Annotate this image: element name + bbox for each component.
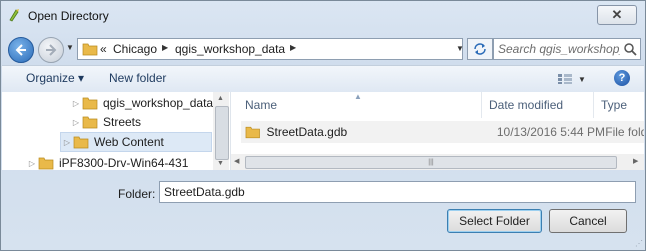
nav-item-label: iPF8300-Drv-Win64-431	[59, 156, 189, 170]
back-button[interactable]	[8, 37, 34, 63]
scrollbar-thumb[interactable]: |||	[245, 156, 617, 169]
view-options-button[interactable]: ▼	[557, 70, 589, 88]
refresh-icon	[474, 43, 486, 55]
address-dropdown[interactable]: ▼	[456, 44, 464, 53]
command-toolbar: Organize ▾ New folder ▼ ?	[2, 65, 644, 93]
window-title: Open Directory	[28, 9, 109, 23]
nav-item-label: Streets	[103, 115, 142, 129]
nav-item-streets[interactable]: ▷ Streets	[70, 113, 141, 131]
recent-locations-dropdown[interactable]: ▼	[66, 43, 74, 52]
breadcrumb-qgis-workshop-data[interactable]: qgis_workshop_data	[175, 42, 285, 56]
resize-grip-icon[interactable]: ⋰	[635, 239, 643, 248]
open-directory-dialog: Open Directory ✕ ▼ « Chicago ▶ qgis_work…	[0, 0, 646, 251]
horizontal-scrollbar[interactable]: ◀ ||| ▶	[231, 154, 644, 170]
app-icon	[9, 9, 19, 22]
cancel-button[interactable]: Cancel	[549, 209, 627, 233]
expand-arrow-icon[interactable]: ▷	[70, 99, 82, 108]
view-icon	[558, 74, 572, 84]
breadcrumb-chevron-icon[interactable]: ▶	[290, 43, 296, 52]
browser-pane: ▷ qgis_workshop_data ▷ Streets ▷ Web Con…	[2, 92, 644, 170]
folder-icon	[82, 97, 98, 110]
scroll-up-icon[interactable]: ▲	[217, 95, 224, 102]
help-button[interactable]: ?	[614, 70, 630, 86]
nav-item-label: qgis_workshop_data	[103, 96, 214, 110]
address-row: ▼ « Chicago ▶ qgis_workshop_data ▶ ▼	[1, 29, 645, 63]
breadcrumb-chevron-icon[interactable]: ▶	[162, 43, 168, 52]
address-bar[interactable]: « Chicago ▶ qgis_workshop_data ▶	[77, 38, 463, 60]
scrollbar-thumb[interactable]	[215, 106, 229, 160]
folder-icon	[73, 136, 89, 149]
nav-item-ipf8300-drv[interactable]: ▷ iPF8300-Drv-Win64-431	[26, 154, 188, 170]
forward-button[interactable]	[38, 37, 64, 63]
folder-icon	[38, 157, 54, 170]
nav-scrollbar[interactable]: ▲ ▼	[213, 92, 229, 170]
scroll-right-icon[interactable]: ▶	[633, 157, 638, 165]
search-input[interactable]	[498, 42, 620, 56]
nav-item-label: Web Content	[94, 135, 164, 149]
file-type: File folder	[605, 125, 644, 139]
nav-item-web-content[interactable]: ▷ Web Content	[60, 132, 212, 152]
select-folder-button[interactable]: Select Folder	[447, 209, 542, 233]
scroll-left-icon[interactable]: ◀	[234, 157, 239, 165]
organize-button[interactable]: Organize ▾	[26, 71, 84, 85]
navigation-pane: ▷ qgis_workshop_data ▷ Streets ▷ Web Con…	[2, 92, 231, 170]
nav-item-qgis-workshop-data[interactable]: ▷ qgis_workshop_data	[70, 94, 213, 112]
folder-label: Folder:	[118, 187, 156, 201]
close-button[interactable]: ✕	[597, 5, 637, 25]
scroll-down-icon[interactable]: ▼	[217, 160, 224, 167]
folder-icon	[82, 116, 98, 129]
breadcrumb-overflow[interactable]: «	[100, 42, 107, 56]
help-icon: ?	[618, 72, 626, 84]
file-date-modified: 10/13/2016 5:44 PM	[496, 125, 605, 139]
expand-arrow-icon[interactable]: ▷	[61, 138, 73, 147]
title-bar: Open Directory ✕	[1, 1, 645, 29]
new-folder-button[interactable]: New folder	[109, 71, 166, 85]
expand-arrow-icon[interactable]: ▷	[26, 159, 38, 168]
search-box[interactable]	[493, 38, 641, 60]
sort-indicator-icon: ▲	[354, 92, 362, 101]
back-arrow-icon	[15, 44, 26, 56]
folder-icon	[82, 43, 98, 56]
file-name: StreetData.gdb	[266, 125, 348, 139]
expand-arrow-icon[interactable]: ▷	[70, 118, 82, 127]
column-divider[interactable]	[593, 92, 594, 118]
forward-arrow-icon	[46, 44, 57, 56]
folder-name-input[interactable]	[159, 181, 636, 203]
chevron-down-icon: ▼	[578, 74, 586, 84]
file-list: ▲ Name Date modified Type StreetData.gdb…	[231, 92, 644, 170]
close-icon: ✕	[611, 7, 623, 22]
file-row[interactable]: StreetData.gdb 10/13/2016 5:44 PM File f…	[241, 121, 644, 143]
folder-icon	[245, 126, 260, 139]
breadcrumb-chicago[interactable]: Chicago	[113, 42, 157, 56]
refresh-button[interactable]	[467, 38, 493, 60]
column-divider[interactable]	[481, 92, 482, 118]
search-icon[interactable]	[623, 42, 637, 56]
